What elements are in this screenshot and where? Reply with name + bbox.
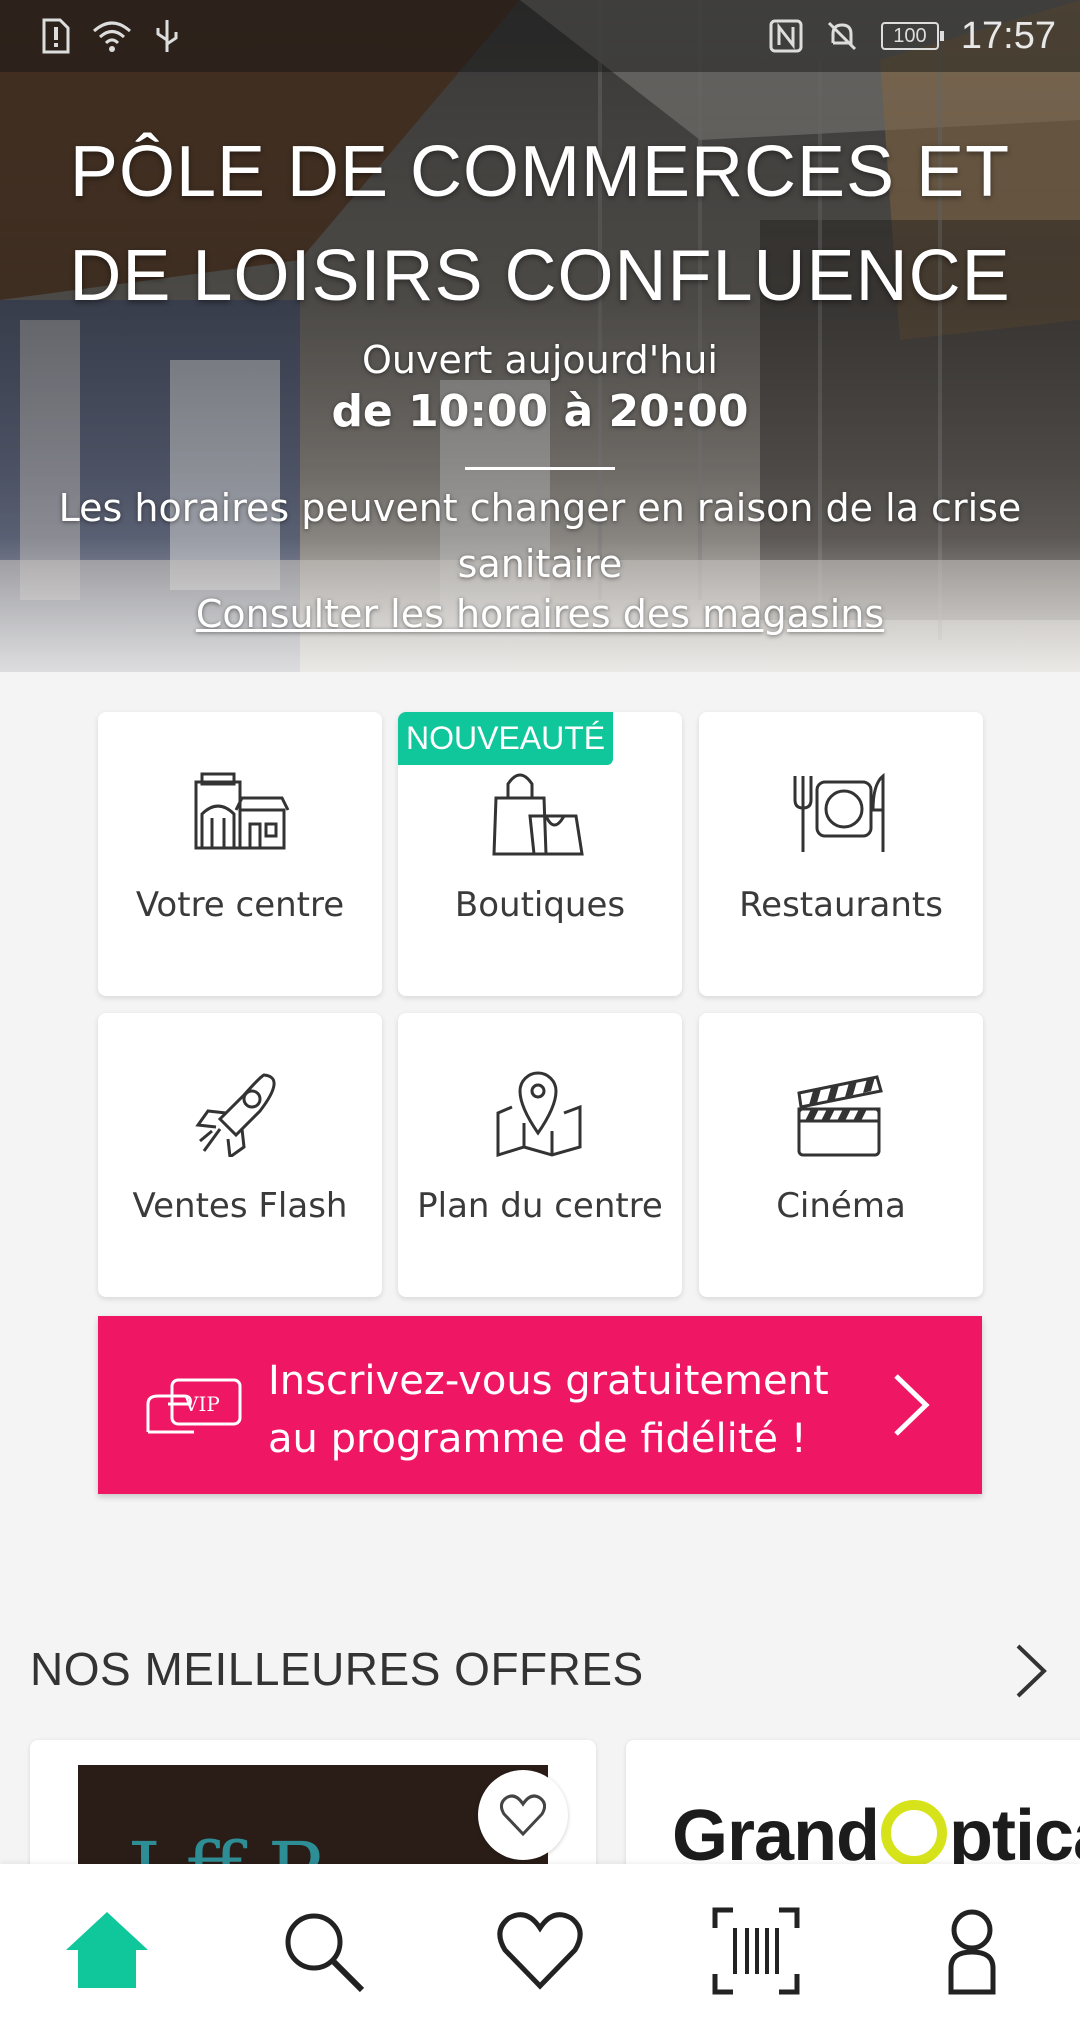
- nav-favorites[interactable]: [495, 1906, 585, 1996]
- page-title: PÔLE DE COMMERCES ET DE LOISIRS CONFLUEN…: [69, 132, 1011, 316]
- clock: 17:57: [960, 14, 1056, 57]
- opening-label: Ouvert aujourd'hui: [362, 338, 718, 382]
- tile-label: Boutiques: [454, 885, 626, 925]
- heart-icon: [497, 1912, 583, 1990]
- wifi-icon: [93, 21, 131, 52]
- tile-label: Ventes Flash: [132, 1186, 348, 1226]
- clapperboard-icon: [797, 1075, 883, 1157]
- rocket-icon: [195, 1073, 276, 1157]
- store-hours-link[interactable]: Consulter les horaires des magasins: [196, 592, 884, 636]
- chevron-right-icon: [894, 1374, 930, 1436]
- opening-hours: de 10:00 à 20:00: [331, 386, 749, 437]
- tile-label: Votre centre: [135, 885, 345, 925]
- tile-label: Plan du centre: [417, 1186, 663, 1226]
- new-badge: NOUVEAUTÉ: [398, 712, 614, 765]
- nav-home[interactable]: [62, 1906, 152, 1996]
- profile-icon: [948, 1909, 996, 1995]
- tile-votre-centre[interactable]: Votre centre: [98, 712, 382, 996]
- tile-cinema[interactable]: Cinéma: [699, 1013, 983, 1297]
- tile-restaurants[interactable]: Restaurants: [699, 712, 983, 996]
- offers-chevron-right-icon[interactable]: [1014, 1642, 1050, 1700]
- nav-search[interactable]: [278, 1906, 368, 1996]
- tile-label: Restaurants: [739, 885, 943, 925]
- offers-section-title: NOS MEILLEURES OFFRES: [30, 1643, 644, 1695]
- shopping-center-icon: [194, 772, 290, 850]
- tile-ventes-flash[interactable]: Ventes Flash: [98, 1013, 382, 1297]
- bottom-navigation: [0, 1864, 1080, 2025]
- heart-icon: [500, 1794, 546, 1836]
- vip-card-icon: VIP: [146, 1378, 242, 1434]
- alert-icon: [42, 18, 70, 54]
- nav-profile[interactable]: [927, 1906, 1017, 1996]
- map-pin-icon: [496, 1071, 582, 1157]
- sanitary-notice: Les horaires peuvent changer en raison d…: [58, 486, 1022, 586]
- tile-label: Cinéma: [776, 1186, 906, 1226]
- hero-divider: [465, 467, 615, 470]
- logo-o: [881, 1800, 948, 1866]
- mute-bell-icon: [827, 21, 856, 51]
- plate-cutlery-icon: [793, 772, 885, 852]
- loyalty-text: Inscrivez-vous gratuitement au programme…: [268, 1358, 829, 1462]
- home-icon: [66, 1912, 148, 1988]
- favorite-button[interactable]: [478, 1770, 568, 1860]
- usb-icon: [156, 20, 178, 52]
- nfc-icon: [769, 19, 803, 53]
- status-bar: 100 17:57: [0, 0, 1080, 72]
- vip-text: VIP: [183, 1392, 220, 1416]
- tile-plan-du-centre[interactable]: Plan du centre: [398, 1013, 682, 1297]
- battery-icon: 100: [880, 22, 944, 50]
- hero-text: PÔLE DE COMMERCES ET DE LOISIRS CONFLUEN…: [0, 120, 1080, 636]
- barcode-scan-icon: [712, 1907, 800, 1995]
- shopping-bags-icon: [492, 773, 584, 856]
- tile-boutiques[interactable]: NOUVEAUTÉ Boutiques: [398, 712, 682, 996]
- loyalty-banner[interactable]: VIP Inscrivez-vous gratuitement au progr…: [98, 1316, 982, 1494]
- search-icon: [285, 1913, 365, 1993]
- nav-scan[interactable]: [711, 1906, 801, 1996]
